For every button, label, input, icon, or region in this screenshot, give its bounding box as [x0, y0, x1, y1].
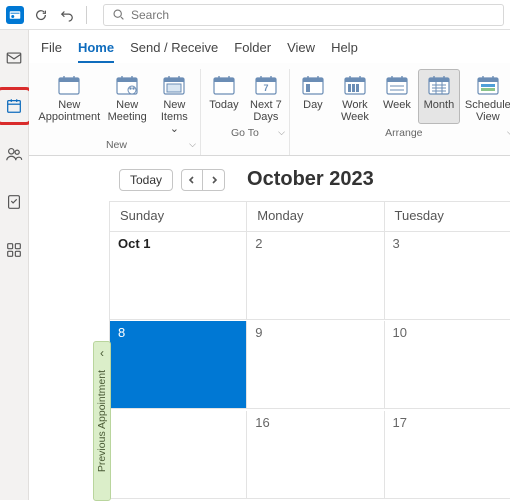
calendar-cell[interactable]: 3	[385, 232, 510, 320]
calendar-cell[interactable]: 10	[385, 321, 510, 409]
month-title: October 2023	[247, 168, 374, 191]
ribbon-label: Today	[209, 99, 238, 123]
today-button[interactable]: Today	[203, 69, 245, 124]
tasks-rail-icon[interactable]	[0, 188, 28, 216]
today-button[interactable]: Today	[119, 169, 173, 191]
day-header: Tuesday	[385, 202, 510, 232]
new-appointment-button[interactable]: New Appointment	[35, 69, 104, 136]
calendar-cell[interactable]	[110, 411, 247, 499]
ribbon-label: New Items ⌄	[156, 99, 193, 135]
ribbon-label: Next 7 Days	[250, 99, 282, 123]
menu-folder[interactable]: Folder	[234, 36, 271, 63]
calendar-header: Today October 2023	[29, 156, 510, 201]
week7-icon: 7	[250, 72, 282, 98]
menu-help[interactable]: Help	[331, 36, 358, 63]
menu-file[interactable]: File	[41, 36, 62, 63]
calendar-grid: SundayMondayTuesday Oct 123 89101617	[109, 201, 510, 500]
menu-tabs: File Home Send / Receive Folder View Hel…	[29, 30, 510, 63]
menu-view[interactable]: View	[287, 36, 315, 63]
week-view-button[interactable]: Week	[376, 69, 418, 124]
more-apps-rail-icon[interactable]	[0, 236, 28, 264]
calendar-cell[interactable]: 8	[110, 321, 247, 409]
ribbon-group-label: Arrange	[292, 124, 510, 143]
calendar-cell[interactable]: 17	[385, 411, 510, 499]
next-button[interactable]	[203, 169, 225, 191]
separator	[86, 6, 87, 24]
day-header: Monday	[247, 202, 384, 232]
ribbon-label: Schedule View	[465, 99, 510, 123]
calendar-cell[interactable]: 9	[247, 321, 384, 409]
calendar-cell[interactable]: 2	[247, 232, 384, 320]
items-icon	[158, 72, 190, 98]
ribbon-label: Week	[383, 99, 411, 123]
schedule-view-button[interactable]: Schedule View	[460, 69, 510, 124]
calendar-rail-icon[interactable]	[0, 92, 28, 120]
ribbon-label: Month	[424, 99, 455, 123]
ribbon: New Appointment New Meeting New Items ⌄New…	[29, 63, 510, 156]
ribbon-group-label: Go To	[203, 124, 287, 143]
calendar-icon	[208, 72, 240, 98]
next-7-days-button[interactable]: 7 Next 7 Days	[245, 69, 287, 124]
calendar-cell[interactable]: 16	[247, 411, 384, 499]
search-placeholder: Search	[131, 8, 169, 22]
search-box[interactable]: Search	[103, 4, 504, 26]
day-header: Sunday	[110, 202, 247, 232]
day-icon	[297, 72, 329, 98]
undo-icon[interactable]	[58, 6, 76, 24]
month-view-button[interactable]: Month	[418, 69, 460, 124]
menu-send-receive[interactable]: Send / Receive	[130, 36, 218, 63]
day-view-button[interactable]: Day	[292, 69, 334, 124]
ribbon-label: Work Week	[341, 99, 369, 123]
prev-button[interactable]	[181, 169, 203, 191]
ribbon-label: Day	[303, 99, 323, 123]
people-rail-icon[interactable]	[0, 140, 28, 168]
sync-icon[interactable]	[32, 6, 50, 24]
ribbon-label: New Meeting	[108, 99, 147, 123]
meeting-icon	[111, 72, 143, 98]
new-items-button[interactable]: New Items ⌄	[151, 69, 198, 136]
svg-text:7: 7	[263, 83, 268, 93]
workweek-icon	[339, 72, 371, 98]
mail-rail-icon[interactable]	[0, 44, 28, 72]
previous-appointment-label: Previous Appointment	[96, 370, 108, 472]
ribbon-label: New Appointment	[38, 99, 100, 123]
title-bar: Search	[0, 0, 510, 30]
search-icon	[112, 8, 125, 21]
previous-appointment-tab[interactable]: Previous Appointment	[93, 341, 111, 501]
ribbon-group-label: New	[35, 136, 198, 155]
work-week-view-button[interactable]: Work Week	[334, 69, 376, 124]
calendar-cell[interactable]: Oct 1	[110, 232, 247, 320]
navigation-rail	[0, 30, 29, 500]
new-meeting-button[interactable]: New Meeting	[104, 69, 151, 136]
month-icon	[423, 72, 455, 98]
schedule-icon	[472, 72, 504, 98]
calendar-icon	[53, 72, 85, 98]
menu-home[interactable]: Home	[78, 36, 114, 63]
week-icon	[381, 72, 413, 98]
outlook-logo-icon	[6, 6, 24, 24]
